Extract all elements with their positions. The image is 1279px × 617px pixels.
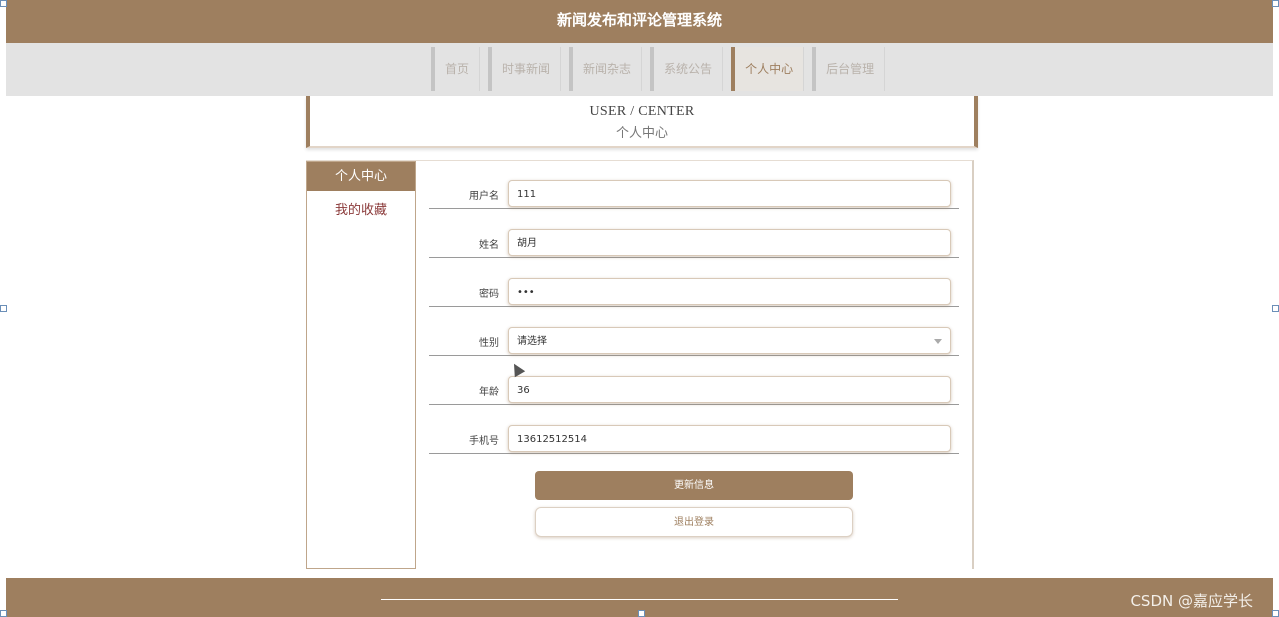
name-input[interactable]: 胡月 (508, 229, 951, 256)
profile-form: 用户名 111 姓名 胡月 密码 ••• 性别 请选择 年龄 36 手机号 13… (429, 161, 959, 455)
form-row-phone: 手机号 13612512514 (429, 406, 959, 454)
logout-button[interactable]: 退出登录 (535, 507, 853, 537)
form-row-password: 密码 ••• (429, 259, 959, 307)
username-label: 用户名 (469, 191, 499, 202)
selection-handle (0, 305, 7, 312)
form-row-age: 年龄 36 (429, 357, 959, 405)
selection-handle (638, 610, 645, 617)
selection-handle (1272, 610, 1279, 617)
form-row-username: 用户名 111 (429, 161, 959, 209)
username-input[interactable]: 111 (508, 180, 951, 207)
gender-label: 性别 (479, 338, 499, 349)
page-title-en: USER / CENTER (589, 104, 695, 119)
age-label: 年龄 (479, 387, 499, 398)
page-title-zh: 个人中心 (615, 126, 668, 141)
nav-item-announcements[interactable]: 系统公告 (650, 47, 724, 91)
nav-item-current-news[interactable]: 时事新闻 (488, 47, 562, 91)
nav-item-admin[interactable]: 后台管理 (812, 47, 886, 91)
nav-items: 首页 时事新闻 新闻杂志 系统公告 个人中心 后台管理 (431, 47, 893, 95)
nav-item-user-center[interactable]: 个人中心 (731, 47, 805, 91)
gender-select-value: 请选择 (517, 336, 547, 347)
selection-handle (1272, 0, 1279, 7)
selection-handle (1272, 305, 1279, 312)
footer-divider (381, 599, 898, 600)
phone-input[interactable]: 13612512514 (508, 425, 951, 452)
nav-item-news-magazine[interactable]: 新闻杂志 (569, 47, 643, 91)
selection-handle (0, 0, 7, 7)
password-label: 密码 (479, 289, 499, 300)
site-title: 新闻发布和评论管理系统 (556, 11, 722, 29)
name-label: 姓名 (479, 240, 499, 251)
chevron-down-icon (934, 339, 942, 344)
update-info-button[interactable]: 更新信息 (535, 471, 853, 500)
gender-select[interactable]: 请选择 (508, 327, 951, 354)
form-row-gender: 性别 请选择 (429, 308, 959, 356)
main-nav: 首页 时事新闻 新闻杂志 系统公告 个人中心 后台管理 (6, 43, 1273, 96)
password-input[interactable]: ••• (508, 278, 951, 305)
sidebar-item-favorites[interactable]: 我的收藏 (307, 199, 415, 218)
site-header: 新闻发布和评论管理系统 (6, 0, 1273, 43)
phone-label: 手机号 (469, 436, 499, 447)
form-row-name: 姓名 胡月 (429, 210, 959, 258)
user-sidebar: 个人中心 我的收藏 (306, 161, 416, 569)
sidebar-item-user-center[interactable]: 个人中心 (307, 162, 415, 191)
age-input[interactable]: 36 (508, 376, 951, 403)
selection-handle (0, 610, 7, 617)
csdn-watermark: CSDN @嘉应学长 (1130, 592, 1253, 610)
nav-item-home[interactable]: 首页 (431, 47, 481, 91)
page-title-box: USER / CENTER 个人中心 (306, 96, 978, 148)
